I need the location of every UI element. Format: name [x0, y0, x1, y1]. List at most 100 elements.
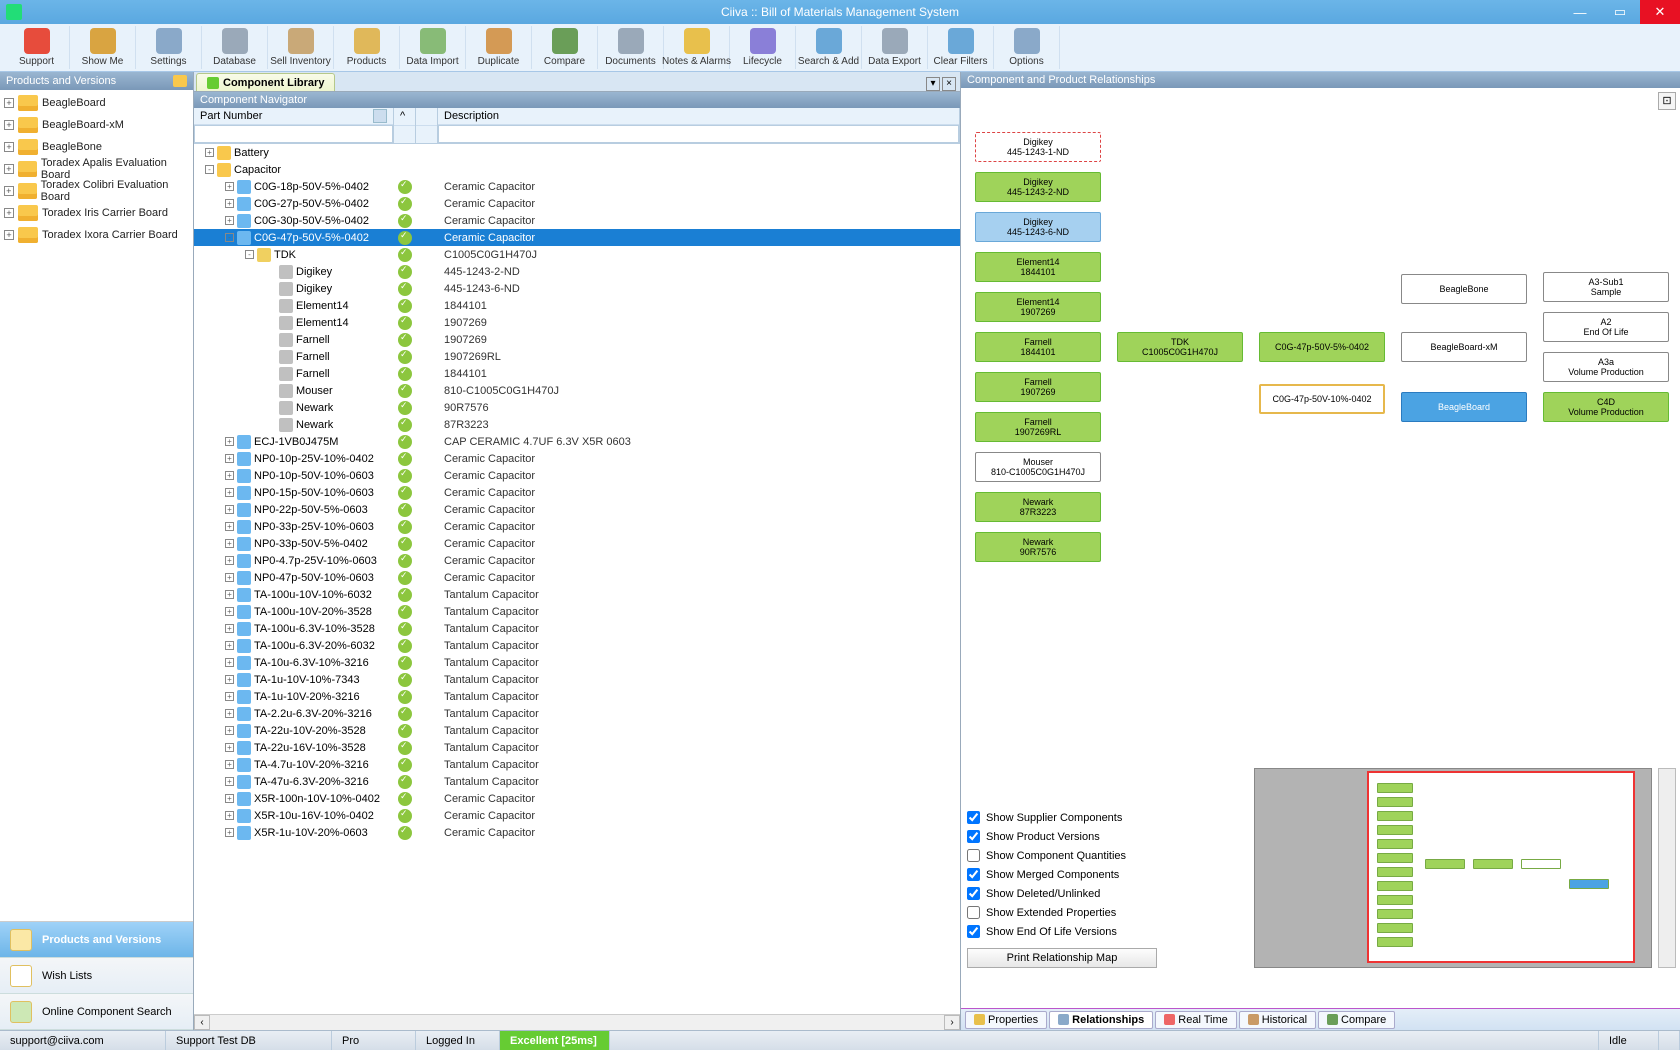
expand-icon[interactable]: -	[205, 165, 214, 174]
ribbon-lifecycle[interactable]: Lifecycle	[730, 26, 796, 69]
relationship-node[interactable]: C0G-47p-50V-10%-0402	[1259, 384, 1385, 414]
grid-row[interactable]: Newark87R3223	[194, 416, 960, 433]
ribbon-data-export[interactable]: Data Export	[862, 26, 928, 69]
expand-icon[interactable]: +	[225, 658, 234, 667]
product-item[interactable]: +Toradex Apalis Evaluation Board	[0, 158, 193, 180]
expand-icon[interactable]: +	[225, 624, 234, 633]
grid-row[interactable]: -Capacitor	[194, 161, 960, 178]
col-sort[interactable]: ^	[394, 108, 415, 126]
tab-dropdown-button[interactable]: ▾	[926, 77, 940, 91]
ribbon-duplicate[interactable]: Duplicate	[466, 26, 532, 69]
grid-row[interactable]: +NP0-47p-50V-10%-0603Ceramic Capacitor	[194, 569, 960, 586]
grid-row[interactable]: Farnell1907269	[194, 331, 960, 348]
relationship-node[interactable]: Farnell1907269	[975, 372, 1101, 402]
expand-icon[interactable]: +	[225, 454, 234, 463]
ribbon-documents[interactable]: Documents	[598, 26, 664, 69]
grid-row[interactable]: +TA-47u-6.3V-20%-3216Tantalum Capacitor	[194, 773, 960, 790]
grid-row[interactable]: +TA-22u-16V-10%-3528Tantalum Capacitor	[194, 739, 960, 756]
scroll-left-button[interactable]: ‹	[194, 1015, 210, 1030]
horizontal-scrollbar[interactable]: ‹ ›	[194, 1014, 960, 1030]
relationship-node[interactable]: Element141844101	[975, 252, 1101, 282]
relationship-node[interactable]: BeagleBoard-xM	[1401, 332, 1527, 362]
tab-compare[interactable]: Compare	[1318, 1011, 1395, 1029]
relationship-node[interactable]: C0G-47p-50V-5%-0402	[1259, 332, 1385, 362]
filter-icon[interactable]	[373, 109, 387, 123]
grid-row[interactable]: +TA-100u-6.3V-20%-6032Tantalum Capacitor	[194, 637, 960, 654]
ribbon-settings[interactable]: Settings	[136, 26, 202, 69]
expand-icon[interactable]: +	[225, 675, 234, 684]
ribbon-compare[interactable]: Compare	[532, 26, 598, 69]
relationship-node[interactable]: TDKC1005C0G1H470J	[1117, 332, 1243, 362]
option-show-end-of-life-versions[interactable]: Show End Of Life Versions	[967, 925, 1157, 938]
expand-icon[interactable]: +	[225, 556, 234, 565]
expand-icon[interactable]: +	[225, 505, 234, 514]
expand-icon[interactable]: +	[225, 743, 234, 752]
checkbox[interactable]	[967, 849, 980, 862]
grid-row[interactable]: +TA-100u-10V-20%-3528Tantalum Capacitor	[194, 603, 960, 620]
option-show-extended-properties[interactable]: Show Extended Properties	[967, 906, 1157, 919]
product-item[interactable]: +Toradex Ixora Carrier Board	[0, 224, 193, 246]
option-show-supplier-components[interactable]: Show Supplier Components	[967, 811, 1157, 824]
relationship-node[interactable]: A3aVolume Production	[1543, 352, 1669, 382]
product-item[interactable]: +BeagleBoard	[0, 92, 193, 114]
grid-row[interactable]: Newark90R7576	[194, 399, 960, 416]
option-show-merged-components[interactable]: Show Merged Components	[967, 868, 1157, 881]
grid-row[interactable]: +NP0-10p-25V-10%-0402Ceramic Capacitor	[194, 450, 960, 467]
tab-close-button[interactable]: ×	[942, 77, 956, 91]
close-button[interactable]: ✕	[1640, 0, 1680, 24]
relationship-node[interactable]: Digikey445-1243-1-ND	[975, 132, 1101, 162]
expand-icon[interactable]: -	[245, 250, 254, 259]
expand-icon[interactable]: +	[225, 709, 234, 718]
grid-row[interactable]: -C0G-47p-50V-5%-0402Ceramic Capacitor	[194, 229, 960, 246]
option-show-deleted-unlinked[interactable]: Show Deleted/Unlinked	[967, 887, 1157, 900]
grid-row[interactable]: +X5R-100n-10V-10%-0402Ceramic Capacitor	[194, 790, 960, 807]
grid-row[interactable]: Element141844101	[194, 297, 960, 314]
grid-row[interactable]: -TDKC1005C0G1H470J	[194, 246, 960, 263]
expand-icon[interactable]: +	[225, 488, 234, 497]
expand-icon[interactable]: +	[4, 186, 14, 196]
expand-icon[interactable]: +	[225, 182, 234, 191]
checkbox[interactable]	[967, 868, 980, 881]
relationship-canvas[interactable]: ⊡ Show Supplier ComponentsShow Product V…	[961, 88, 1680, 1008]
col-part-number[interactable]: Part Number	[194, 108, 393, 125]
expand-icon[interactable]: +	[225, 692, 234, 701]
checkbox[interactable]	[967, 925, 980, 938]
ribbon-support[interactable]: Support	[4, 26, 70, 69]
product-item[interactable]: +BeagleBone	[0, 136, 193, 158]
grid-row[interactable]: Farnell1844101	[194, 365, 960, 382]
relationship-node[interactable]: Newark87R3223	[975, 492, 1101, 522]
expand-icon[interactable]: +	[4, 164, 14, 174]
product-item[interactable]: +BeagleBoard-xM	[0, 114, 193, 136]
checkbox[interactable]	[967, 830, 980, 843]
product-item[interactable]: +Toradex Iris Carrier Board	[0, 202, 193, 224]
col-status[interactable]	[416, 108, 437, 126]
grid-row[interactable]: +C0G-30p-50V-5%-0402Ceramic Capacitor	[194, 212, 960, 229]
relationship-node[interactable]: Farnell1844101	[975, 332, 1101, 362]
grid-row[interactable]: +TA-22u-10V-20%-3528Tantalum Capacitor	[194, 722, 960, 739]
relationship-node[interactable]: C4DVolume Production	[1543, 392, 1669, 422]
relationship-node[interactable]: Digikey445-1243-6-ND	[975, 212, 1101, 242]
expand-icon[interactable]: +	[4, 208, 14, 218]
grid-row[interactable]: +TA-100u-10V-10%-6032Tantalum Capacitor	[194, 586, 960, 603]
grid-row[interactable]: +NP0-33p-50V-5%-0402Ceramic Capacitor	[194, 535, 960, 552]
expand-icon[interactable]: +	[225, 199, 234, 208]
filter-description[interactable]	[438, 125, 959, 143]
expand-icon[interactable]: +	[225, 607, 234, 616]
grid-row[interactable]: +NP0-33p-25V-10%-0603Ceramic Capacitor	[194, 518, 960, 535]
grid-row[interactable]: +ECJ-1VB0J475MCAP CERAMIC 4.7UF 6.3V X5R…	[194, 433, 960, 450]
expand-icon[interactable]: +	[225, 641, 234, 650]
grid-row[interactable]: Farnell1907269RL	[194, 348, 960, 365]
grid-row[interactable]: Digikey445-1243-2-ND	[194, 263, 960, 280]
grid-row[interactable]: +TA-2.2u-6.3V-20%-3216Tantalum Capacitor	[194, 705, 960, 722]
grid-row[interactable]: Element141907269	[194, 314, 960, 331]
products-tree[interactable]: +BeagleBoard+BeagleBoard-xM+BeagleBone+T…	[0, 90, 193, 921]
expand-icon[interactable]: +	[225, 522, 234, 531]
relationship-node[interactable]: A2End Of Life	[1543, 312, 1669, 342]
expand-icon[interactable]: +	[4, 142, 14, 152]
grid-row[interactable]: +TA-1u-10V-20%-3216Tantalum Capacitor	[194, 688, 960, 705]
nav-products-versions[interactable]: Products and Versions	[0, 922, 193, 958]
expand-icon[interactable]: +	[225, 573, 234, 582]
relationship-node[interactable]: Mouser810-C1005C0G1H470J	[975, 452, 1101, 482]
expand-icon[interactable]: +	[205, 148, 214, 157]
grid-row[interactable]: +NP0-15p-50V-10%-0603Ceramic Capacitor	[194, 484, 960, 501]
